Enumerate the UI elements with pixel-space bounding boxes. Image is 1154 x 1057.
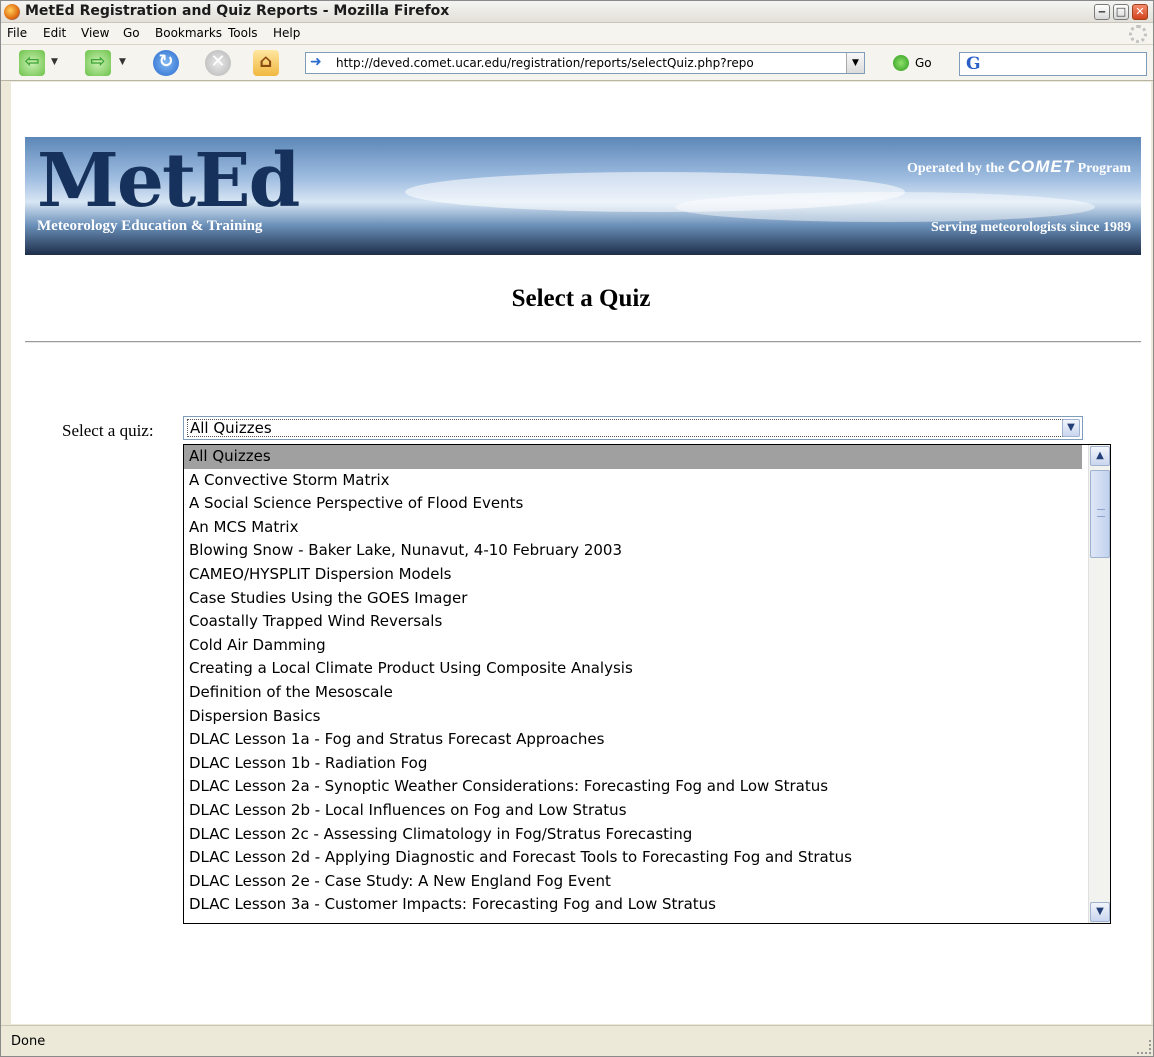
dropdown-scrollbar[interactable]: ▲ ▼ (1088, 445, 1110, 923)
quiz-option[interactable]: An MCS Matrix (184, 516, 1082, 540)
throbber-icon (1129, 25, 1147, 43)
url-history-chevron-icon[interactable]: ▼ (846, 53, 864, 73)
menu-edit[interactable]: Edit (43, 26, 66, 40)
quiz-option[interactable]: A Social Science Perspective of Flood Ev… (184, 492, 1082, 516)
address-bar[interactable]: ➜ http://deved.comet.ucar.edu/registrati… (305, 52, 865, 74)
minimize-button[interactable]: ‒ (1094, 4, 1110, 20)
menu-help[interactable]: Help (273, 26, 300, 40)
navigation-toolbar: ⇦ ▼ ⇨ ▼ ↻ ✕ ⌂ ➜ http://deved.comet.ucar.… (1, 45, 1153, 81)
firefox-icon (4, 4, 20, 20)
quiz-dropdown-list[interactable]: All Quizzes A Convective Storm Matrix A So… (183, 444, 1111, 924)
page-content: MetEd Meteorology Education & Training O… (11, 82, 1151, 1024)
menu-bookmarks[interactable]: Bookmarks (155, 26, 222, 40)
banner-tagline: Meteorology Education & Training (37, 218, 263, 234)
quiz-option[interactable]: CAMEO/HYSPLIT Dispersion Models (184, 563, 1082, 587)
resize-grip-icon[interactable] (1137, 1040, 1151, 1054)
scroll-thumb[interactable] (1090, 470, 1110, 558)
quiz-option[interactable]: DLAC Lesson 3a - Customer Impacts: Forec… (184, 893, 1082, 917)
forward-history-chevron-icon[interactable]: ▼ (119, 57, 126, 67)
serving-text: Serving meteorologists since 1989 (931, 220, 1131, 235)
scroll-down-icon[interactable]: ▼ (1090, 902, 1110, 922)
window-title: MetEd Registration and Quiz Reports - Mo… (25, 3, 450, 19)
meted-logo: MetEd (37, 138, 300, 224)
search-box[interactable]: G (959, 52, 1147, 76)
google-search-icon[interactable]: G (966, 54, 981, 74)
quiz-option[interactable]: Cold Air Damming (184, 634, 1082, 658)
page-title: Select a Quiz (511, 285, 651, 312)
menu-file[interactable]: File (7, 26, 27, 40)
operated-by-text: Operated by the COMET Program (907, 157, 1131, 177)
menu-bar: File Edit View Go Bookmarks Tools Help (1, 23, 1153, 45)
menu-tools[interactable]: Tools (228, 26, 258, 40)
meted-banner: MetEd Meteorology Education & Training O… (25, 137, 1141, 255)
quiz-option[interactable]: DLAC Lesson 2c - Assessing Climatology i… (184, 823, 1082, 847)
quiz-option[interactable]: A Convective Storm Matrix (184, 469, 1082, 493)
quiz-select-value[interactable]: All Quizzes (187, 419, 1077, 437)
divider (25, 341, 1141, 343)
status-text: Done (11, 1034, 46, 1049)
go-button[interactable]: Go (915, 56, 932, 70)
quiz-option[interactable]: DLAC Lesson 2b - Local Influences on Fog… (184, 799, 1082, 823)
status-bar: Done (1, 1025, 1153, 1056)
scroll-up-icon[interactable]: ▲ (1090, 446, 1110, 466)
maximize-button[interactable]: □ (1113, 4, 1129, 20)
quiz-select[interactable]: All Quizzes ▼ (183, 416, 1083, 440)
operated-suffix: Program (1077, 161, 1131, 176)
quiz-option[interactable]: DLAC Lesson 1a - Fog and Stratus Forecas… (184, 728, 1082, 752)
menu-view[interactable]: View (81, 26, 109, 40)
menu-go[interactable]: Go (123, 26, 140, 40)
quiz-option[interactable]: DLAC Lesson 2d - Applying Diagnostic and… (184, 846, 1082, 870)
url-text[interactable]: http://deved.comet.ucar.edu/registration… (336, 56, 852, 70)
back-history-chevron-icon[interactable]: ▼ (51, 57, 58, 67)
back-button[interactable]: ⇦ (19, 50, 45, 76)
title-bar: MetEd Registration and Quiz Reports - Mo… (1, 1, 1153, 23)
operated-prefix: Operated by the (907, 161, 1005, 176)
quiz-option[interactable]: DLAC Lesson 2a - Synoptic Weather Consid… (184, 775, 1082, 799)
quiz-select-label: Select a quiz: (62, 421, 154, 440)
reload-button[interactable]: ↻ (153, 50, 179, 76)
chevron-down-icon[interactable]: ▼ (1062, 419, 1080, 437)
page-arrow-icon: ➜ (310, 54, 322, 70)
quiz-option[interactable]: DLAC Lesson 2e - Case Study: A New Engla… (184, 870, 1082, 894)
forward-button[interactable]: ⇨ (85, 50, 111, 76)
go-icon[interactable] (893, 55, 909, 71)
quiz-options: All Quizzes A Convective Storm Matrix A So… (184, 445, 1110, 917)
quiz-option[interactable]: All Quizzes (184, 445, 1082, 469)
cloud-decoration (675, 192, 1095, 222)
browser-window: MetEd Registration and Quiz Reports - Mo… (0, 0, 1154, 1057)
quiz-option[interactable]: DLAC Lesson 1b - Radiation Fog (184, 752, 1082, 776)
quiz-option[interactable]: Creating a Local Climate Product Using C… (184, 657, 1082, 681)
quiz-option[interactable]: Definition of the Mesoscale (184, 681, 1082, 705)
stop-button[interactable]: ✕ (205, 50, 231, 76)
quiz-option[interactable]: Blowing Snow - Baker Lake, Nunavut, 4-10… (184, 539, 1082, 563)
close-button[interactable]: ✕ (1132, 4, 1148, 20)
grip-icon (1097, 509, 1105, 517)
comet-logo: COMET (1007, 157, 1075, 176)
quiz-option[interactable]: Coastally Trapped Wind Reversals (184, 610, 1082, 634)
quiz-option[interactable]: Case Studies Using the GOES Imager (184, 587, 1082, 611)
home-button[interactable]: ⌂ (253, 50, 279, 76)
quiz-option[interactable]: Dispersion Basics (184, 705, 1082, 729)
